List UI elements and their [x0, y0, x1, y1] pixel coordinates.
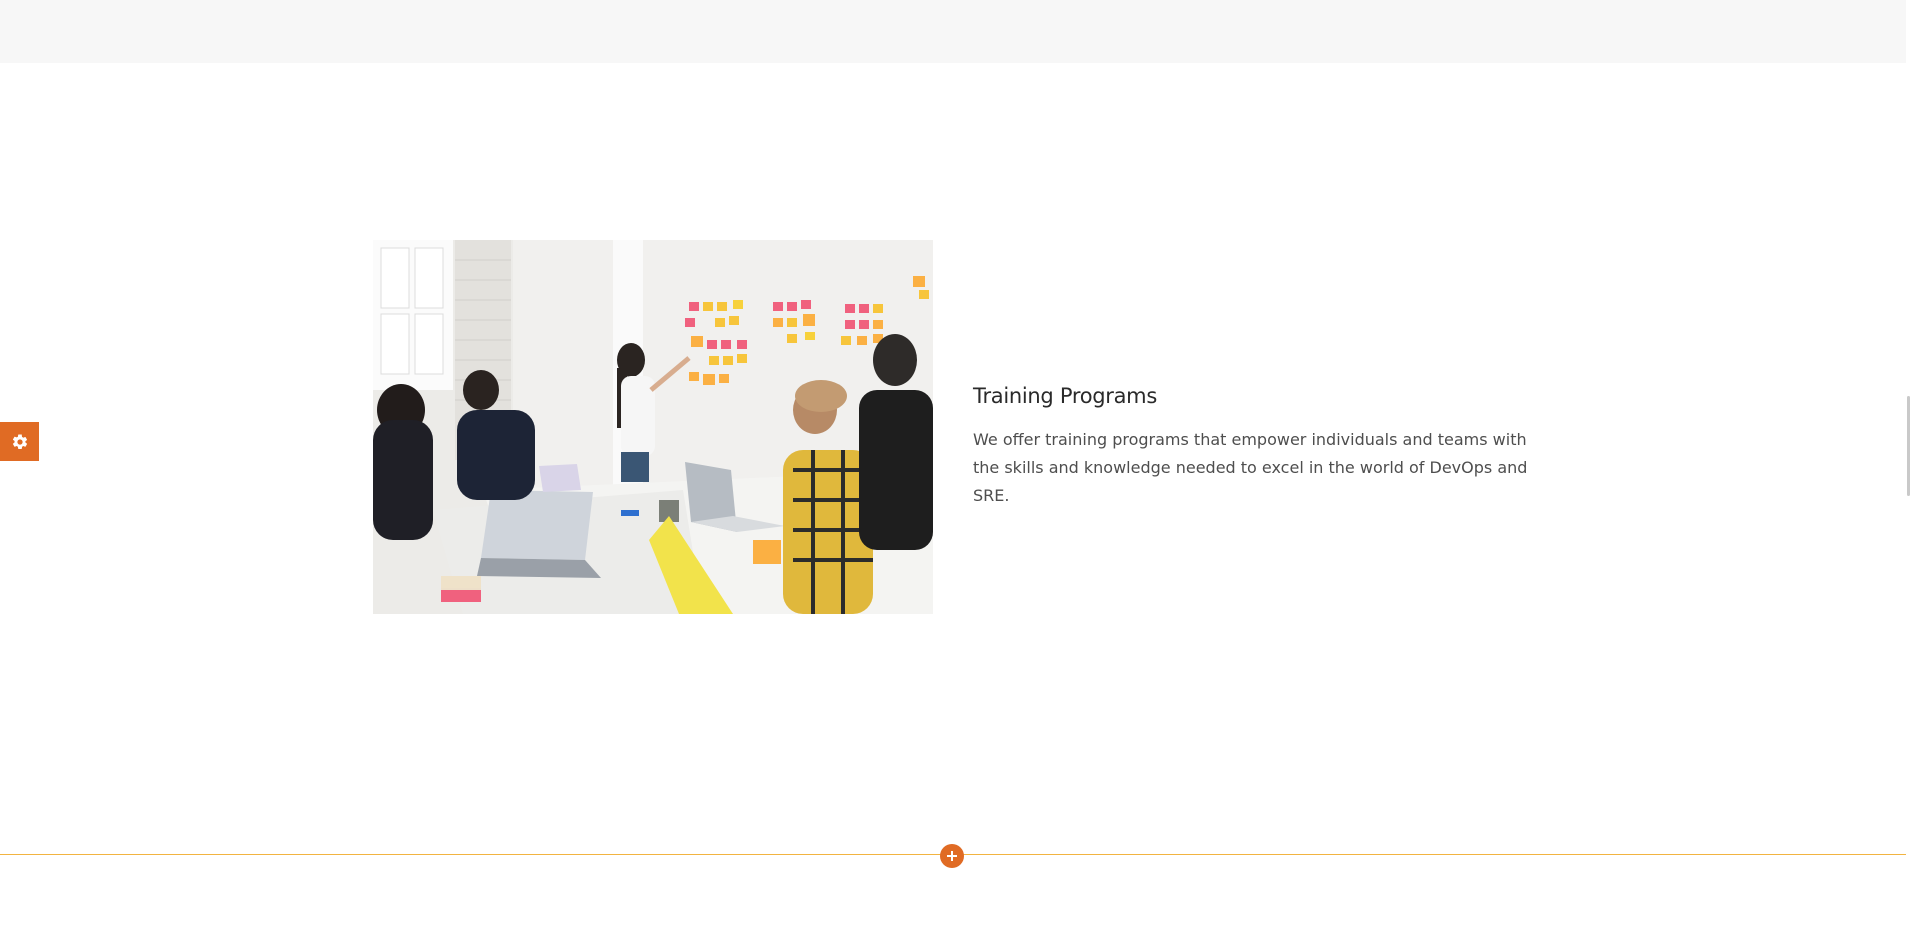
- settings-toggle-button[interactable]: [0, 422, 39, 461]
- feature-content: Training Programs We offer training prog…: [973, 384, 1533, 510]
- feature-title: Training Programs: [973, 384, 1157, 408]
- plus-icon: [947, 851, 957, 861]
- feature-description: We offer training programs that empower …: [973, 430, 1528, 505]
- training-session-photo: [373, 240, 933, 614]
- page: Training Programs We offer training prog…: [0, 0, 1910, 934]
- add-section-button[interactable]: [940, 844, 964, 868]
- top-band: [0, 0, 1906, 63]
- gear-icon: [12, 433, 27, 449]
- training-photo-illustration: [373, 240, 933, 614]
